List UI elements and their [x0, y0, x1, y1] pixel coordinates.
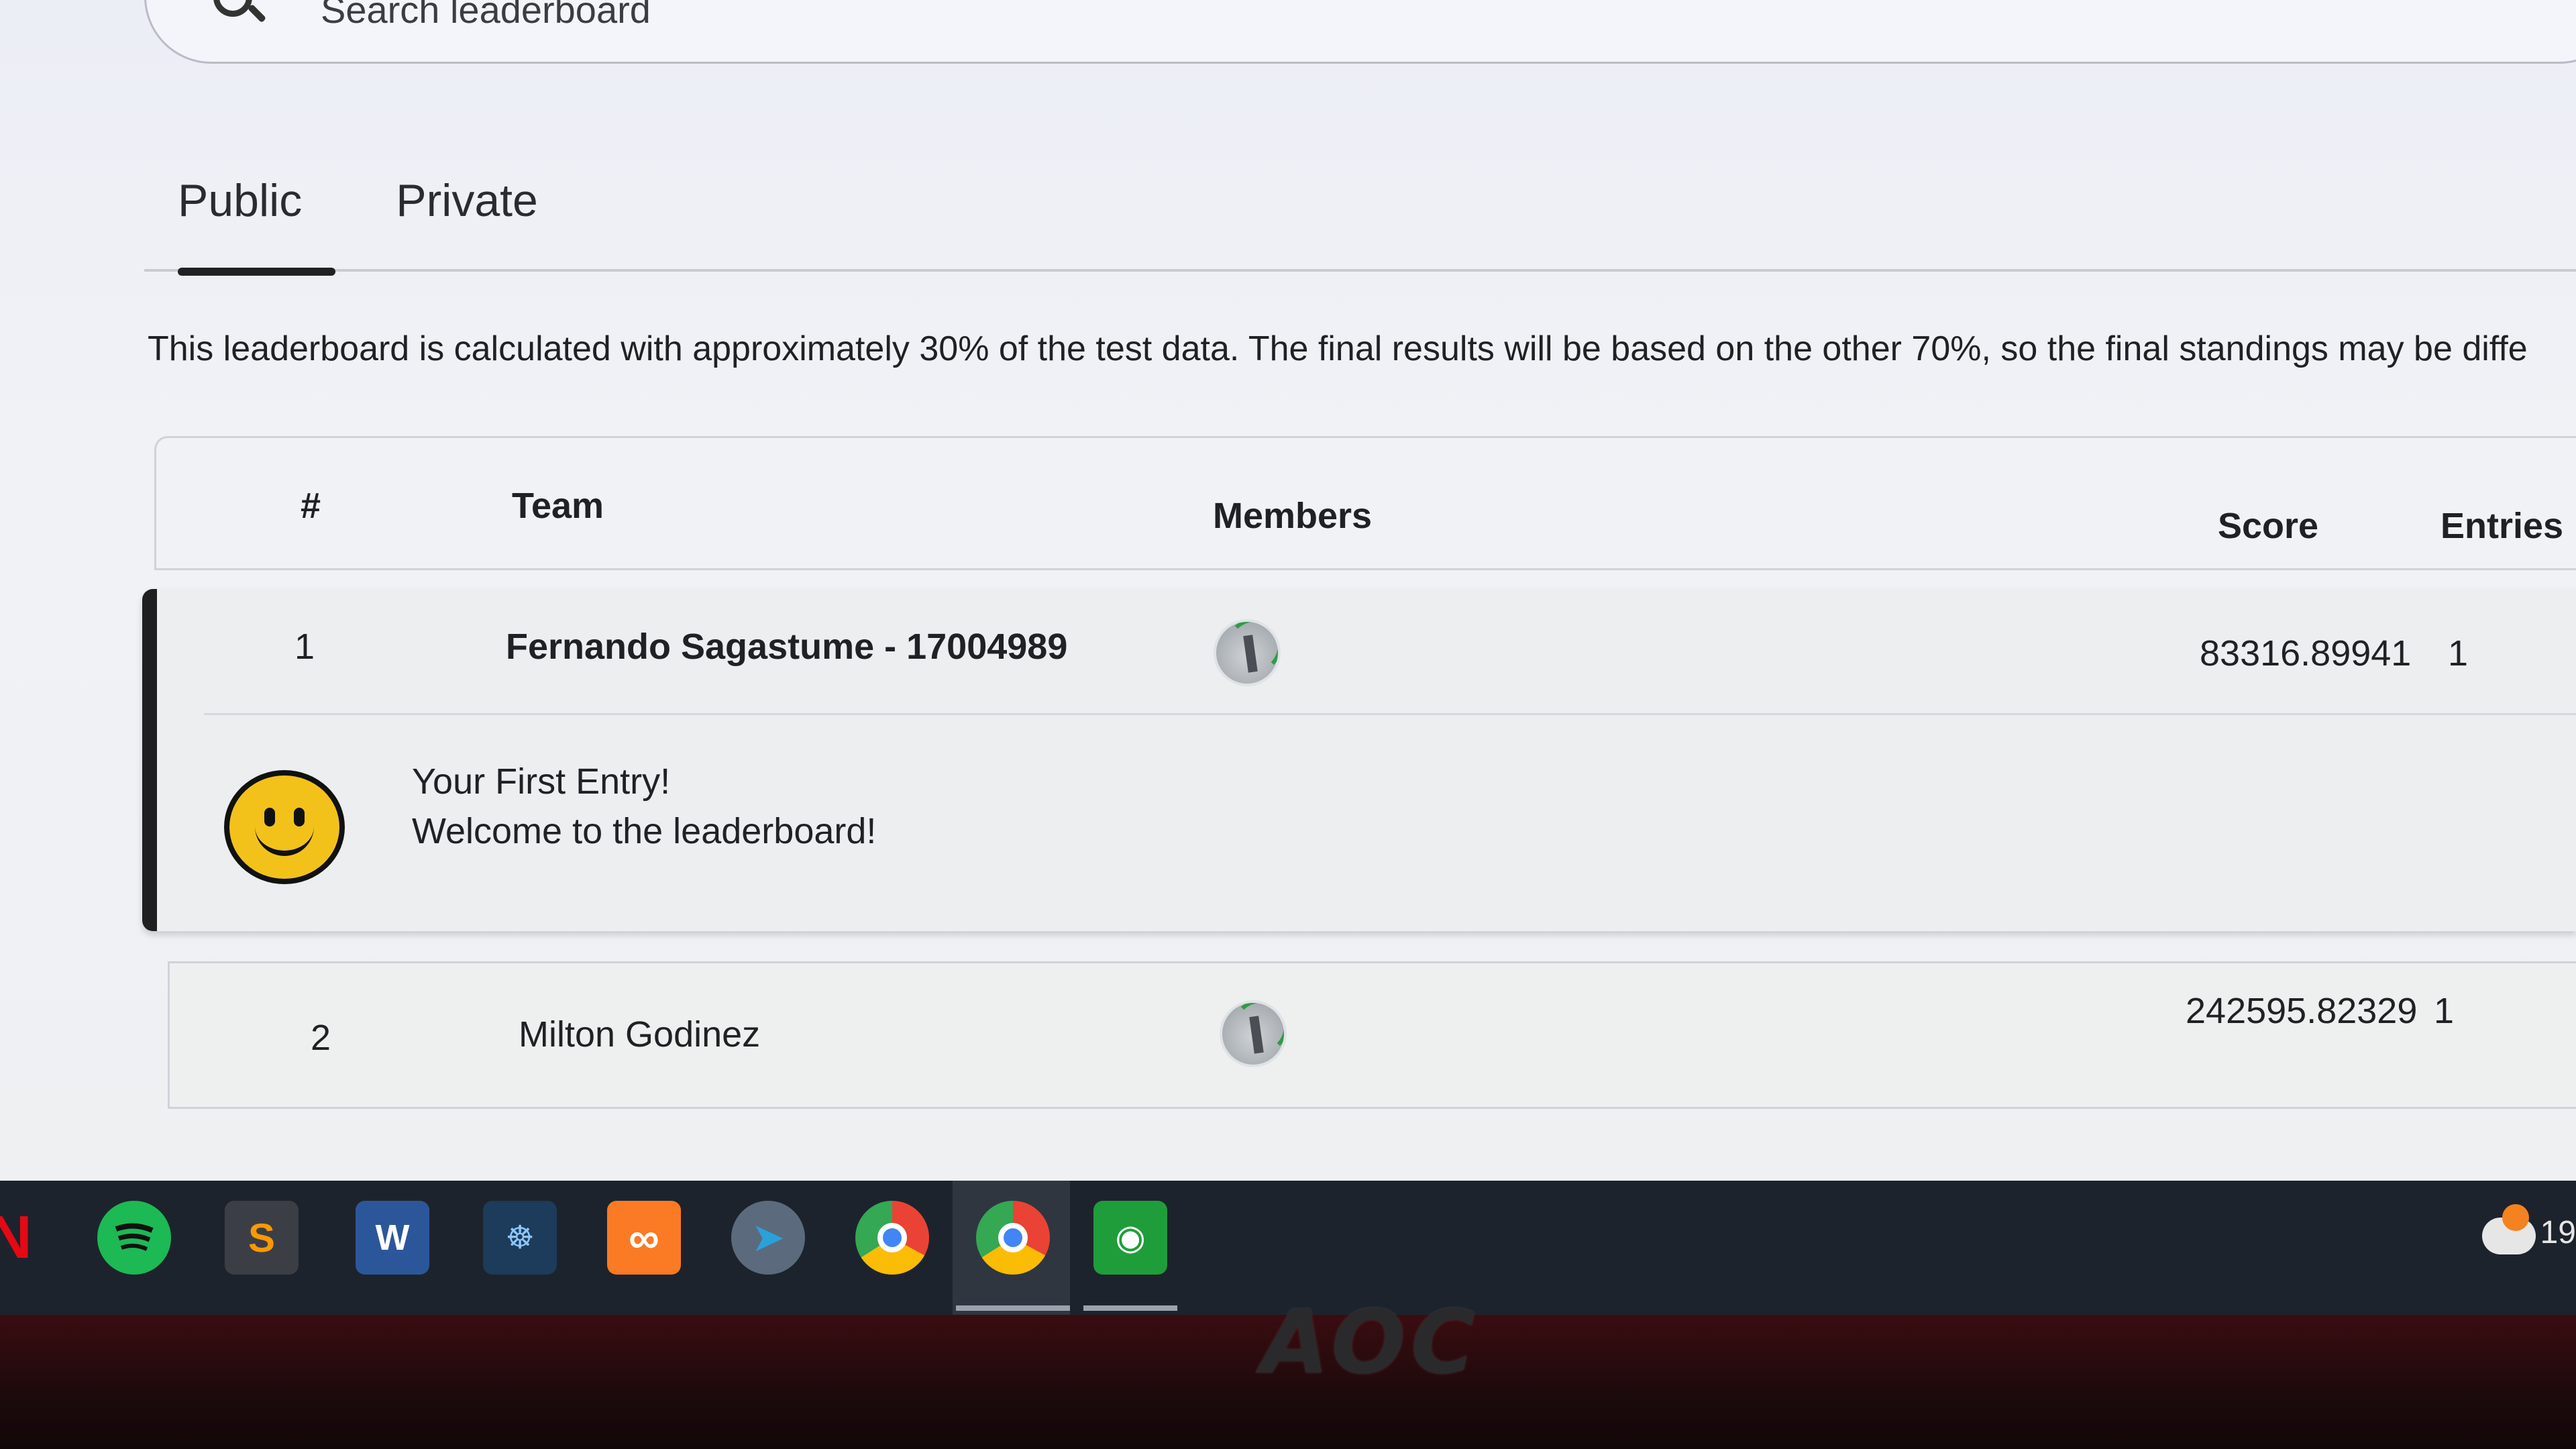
search-bar[interactable]: Search leaderboard [144, 0, 2576, 64]
spotify-icon[interactable] [97, 1201, 171, 1275]
header-rank[interactable]: # [301, 485, 321, 527]
table-row[interactable]: 2 Milton Godinez 242595.82329 1 [168, 961, 2576, 1109]
open-indicator [1083, 1305, 1177, 1311]
xampp-icon[interactable]: ∞ [607, 1201, 681, 1275]
sublime-text-icon[interactable]: S [225, 1201, 299, 1275]
tray-clock[interactable]: 19 [2540, 1214, 2576, 1251]
row-rank: 2 [311, 1018, 331, 1058]
row-team-name[interactable]: Milton Godinez [519, 1014, 760, 1055]
monitor-brand-logo: AOC [1261, 1291, 1481, 1393]
row-score: 242595.82329 [2186, 991, 2418, 1031]
browser-page: Search leaderboard Public Private This l… [0, 0, 2576, 1181]
row-entries: 1 [2434, 991, 2455, 1031]
leaderboard-notice: This leaderboard is calculated with appr… [148, 329, 2528, 368]
member-avatar[interactable] [1220, 1000, 1287, 1067]
table-header: # Team Members Score Entries [154, 436, 2576, 570]
eye-app-icon[interactable]: ◉ [1093, 1201, 1167, 1275]
table-row-highlighted[interactable]: 1 Fernando Sagastume - 17004989 83316.89… [142, 589, 2576, 931]
active-indicator [956, 1305, 1070, 1311]
chrome-icon[interactable] [855, 1201, 929, 1275]
first-entry-title: Your First Entry! [412, 761, 671, 802]
header-team[interactable]: Team [512, 485, 604, 527]
search-input[interactable]: Search leaderboard [321, 0, 651, 32]
leaderboard-tabs: Public Private [144, 154, 2576, 276]
search-icon [213, 0, 267, 32]
header-score[interactable]: Score [2218, 505, 2318, 547]
row-score: 83316.89941 [2200, 633, 2412, 674]
leaderboard-table: # Team Members Score Entries 1 Fernando … [142, 436, 2576, 1109]
smiley-icon [224, 770, 345, 884]
first-entry-subtitle: Welcome to the leaderboard! [412, 811, 877, 851]
netflix-icon[interactable]: N [0, 1201, 47, 1275]
first-entry-message: Your First Entry! Welcome to the leaderb… [412, 757, 876, 856]
row-team-name[interactable]: Fernando Sagastume - 17004989 [506, 626, 1067, 667]
tab-private[interactable]: Private [362, 154, 572, 272]
row-divider [204, 713, 2576, 715]
word-icon[interactable]: W [356, 1201, 429, 1275]
header-members: Members [1213, 496, 1373, 536]
tab-public[interactable]: Public [144, 154, 336, 276]
mysql-workbench-icon[interactable]: ☸ [483, 1201, 557, 1275]
row-entries: 1 [2448, 633, 2469, 674]
header-entries[interactable]: Entries [2440, 505, 2563, 547]
weather-icon[interactable] [2482, 1204, 2536, 1254]
chrome-icon[interactable] [976, 1201, 1050, 1275]
row-rank: 1 [294, 627, 315, 667]
telegram-icon[interactable]: ➤ [731, 1201, 805, 1275]
member-avatar[interactable] [1214, 619, 1281, 686]
